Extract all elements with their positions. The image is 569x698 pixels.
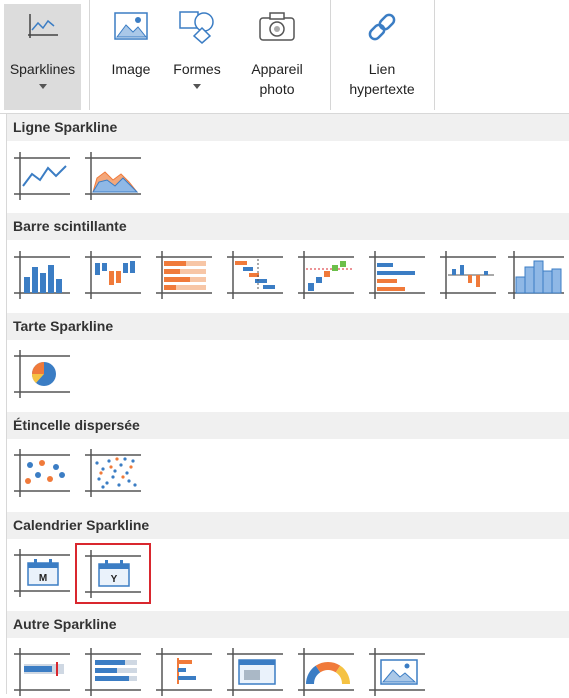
dense-scatter-sparkline-icon <box>85 449 141 497</box>
stacked-bar-sparkline-icon <box>156 251 212 299</box>
histogram-sparkline-tile[interactable] <box>506 249 566 301</box>
progress-sparkline-icon <box>85 648 141 696</box>
area-sparkline-tile[interactable] <box>83 150 143 202</box>
variance-sparkline-tile[interactable] <box>296 249 356 301</box>
appareil-label-2: photo <box>259 81 295 97</box>
year-letter: Y <box>111 574 118 585</box>
section-title: Calendrier Sparkline <box>13 517 150 533</box>
sparklines-button[interactable]: Sparklines <box>4 4 81 110</box>
section-title: Barre scintillante <box>13 218 127 234</box>
ribbon: Sparklines Image Formes Appareil photo L… <box>0 0 569 113</box>
hbar-sparkline-icon <box>369 251 425 299</box>
vari-sparkline-icon <box>440 251 496 299</box>
section-header-autre: Autre Sparkline <box>7 611 569 638</box>
pie-sparkline-tile[interactable] <box>12 348 72 400</box>
gauge-sparkline-tile[interactable] <box>296 646 356 698</box>
picture-sparkline-icon <box>369 648 425 696</box>
image-button[interactable]: Image <box>100 4 162 110</box>
line-sparkline-icon <box>14 152 70 200</box>
histogram-sparkline-icon <box>508 251 564 299</box>
gauge-sparkline-icon <box>298 648 354 696</box>
dense-scatter-sparkline-tile[interactable] <box>83 447 143 499</box>
month-calendar-icon: M <box>14 549 70 597</box>
section-title: Tarte Sparkline <box>13 318 114 334</box>
sparkline-icon <box>26 10 60 45</box>
section-header-etincelle: Étincelle dispersée <box>7 412 569 439</box>
ribbon-separator <box>434 0 435 110</box>
camera-icon <box>258 10 296 45</box>
section-title: Ligne Sparkline <box>13 119 118 135</box>
column-sparkline-tile[interactable] <box>12 249 72 301</box>
stacked-bar-sparkline-tile[interactable] <box>154 249 214 301</box>
image-icon <box>113 10 149 45</box>
lien-hypertexte-button[interactable]: Lien hypertexte <box>340 4 424 110</box>
hbar-sparkline-tile[interactable] <box>367 249 427 301</box>
section-header-ligne: Ligne Sparkline <box>7 114 569 141</box>
link-icon <box>365 10 399 47</box>
section-header-calendrier: Calendrier Sparkline <box>7 512 569 539</box>
area-sparkline-icon <box>85 152 141 200</box>
month-calendar-sparkline-tile[interactable]: M <box>12 547 72 599</box>
cascade-sparkline-icon <box>227 251 283 299</box>
lien-label-2: hypertexte <box>349 81 415 97</box>
image-sparkline-icon <box>227 648 283 696</box>
variance-sparkline-icon <box>298 251 354 299</box>
line-sparkline-tile[interactable] <box>12 150 72 202</box>
lien-label-1: Lien <box>368 61 396 77</box>
spread-sparkline-tile[interactable] <box>154 646 214 698</box>
appareil-label-1: Appareil <box>251 61 303 77</box>
pie-sparkline-icon <box>14 350 70 398</box>
ribbon-separator <box>330 0 331 110</box>
month-letter: M <box>39 573 47 584</box>
vari-sparkline-tile[interactable] <box>438 249 498 301</box>
gallery-left-border <box>6 114 7 694</box>
spread-sparkline-icon <box>156 648 212 696</box>
image-label: Image <box>111 61 151 77</box>
chevron-down-icon <box>38 84 47 89</box>
formes-label: Formes <box>173 61 221 77</box>
image-sparkline-tile[interactable] <box>225 646 285 698</box>
column-sparkline-icon <box>14 251 70 299</box>
chevron-down-icon <box>193 84 201 89</box>
section-title: Autre Sparkline <box>13 616 117 632</box>
appareil-photo-button[interactable]: Appareil photo <box>240 4 314 110</box>
bullet-sparkline-icon <box>14 648 70 696</box>
shapes-icon <box>178 10 216 47</box>
cascade-sparkline-tile[interactable] <box>225 249 285 301</box>
sparklines-label: Sparklines <box>9 61 76 77</box>
winloss-sparkline-tile[interactable] <box>83 249 143 301</box>
section-header-tarte: Tarte Sparkline <box>7 313 569 340</box>
ribbon-separator <box>89 0 90 110</box>
year-calendar-icon: Y <box>85 550 141 598</box>
section-header-barre: Barre scintillante <box>7 213 569 240</box>
scatter-sparkline-icon <box>14 449 70 497</box>
bullet-sparkline-tile[interactable] <box>12 646 72 698</box>
winloss-sparkline-icon <box>85 251 141 299</box>
formes-button[interactable]: Formes <box>166 4 228 110</box>
scatter-sparkline-tile[interactable] <box>12 447 72 499</box>
section-title: Étincelle dispersée <box>13 417 140 433</box>
progress-sparkline-tile[interactable] <box>83 646 143 698</box>
image-chart-sparkline-tile[interactable] <box>367 646 427 698</box>
year-calendar-sparkline-tile[interactable]: Y <box>75 543 151 604</box>
